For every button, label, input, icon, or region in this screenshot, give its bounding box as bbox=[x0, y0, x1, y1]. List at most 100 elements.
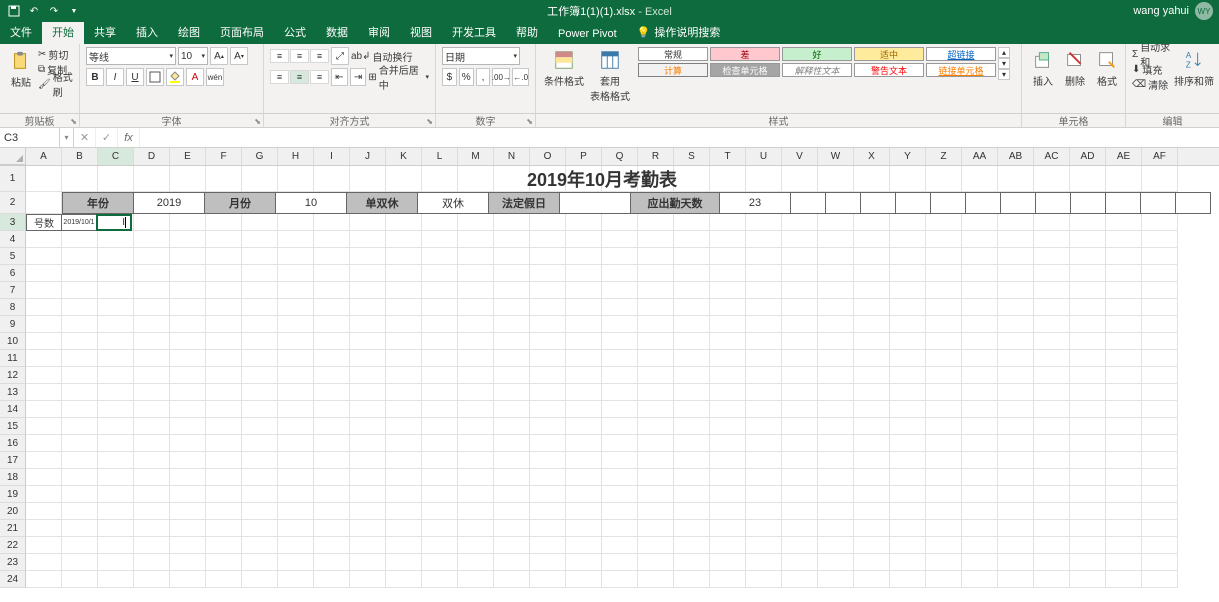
orientation-button[interactable]: ⤢ bbox=[331, 47, 349, 65]
cell[interactable] bbox=[134, 486, 170, 503]
tab-review[interactable]: 审阅 bbox=[358, 20, 400, 44]
cell[interactable] bbox=[1034, 537, 1070, 554]
cell[interactable] bbox=[1106, 418, 1142, 435]
cell[interactable] bbox=[566, 469, 602, 486]
cell[interactable] bbox=[206, 486, 242, 503]
cell[interactable] bbox=[782, 486, 818, 503]
cell[interactable] bbox=[818, 418, 854, 435]
cell[interactable] bbox=[62, 571, 98, 588]
cell[interactable] bbox=[386, 316, 422, 333]
cell[interactable] bbox=[782, 333, 818, 350]
merge-center-button[interactable]: ⊞合并后居中▾ bbox=[368, 70, 429, 84]
cell[interactable] bbox=[818, 282, 854, 299]
cell[interactable] bbox=[458, 418, 494, 435]
cell[interactable] bbox=[1142, 299, 1178, 316]
cell[interactable] bbox=[386, 299, 422, 316]
cell[interactable] bbox=[818, 367, 854, 384]
cell[interactable] bbox=[746, 248, 782, 265]
tab-layout[interactable]: 页面布局 bbox=[210, 20, 274, 44]
cell[interactable] bbox=[782, 265, 818, 282]
cell[interactable] bbox=[242, 452, 278, 469]
cell[interactable] bbox=[350, 231, 386, 248]
cell[interactable] bbox=[1070, 333, 1106, 350]
cell[interactable] bbox=[818, 537, 854, 554]
delete-cells-button[interactable]: 删除 bbox=[1060, 47, 1090, 90]
cell[interactable] bbox=[998, 316, 1034, 333]
cell[interactable] bbox=[494, 231, 530, 248]
cell[interactable] bbox=[206, 554, 242, 571]
cell[interactable] bbox=[998, 401, 1034, 418]
cell[interactable] bbox=[962, 282, 998, 299]
cell[interactable] bbox=[1142, 537, 1178, 554]
cell[interactable] bbox=[134, 350, 170, 367]
cell[interactable] bbox=[746, 486, 782, 503]
cell[interactable] bbox=[206, 571, 242, 588]
cell[interactable] bbox=[638, 350, 674, 367]
cell[interactable] bbox=[710, 554, 746, 571]
cell[interactable] bbox=[890, 316, 926, 333]
cell[interactable] bbox=[386, 384, 422, 401]
row-header-2[interactable]: 2 bbox=[0, 192, 26, 214]
cell[interactable] bbox=[890, 401, 926, 418]
cell[interactable] bbox=[62, 265, 98, 282]
col-header-T[interactable]: T bbox=[710, 148, 746, 165]
tab-share[interactable]: 共享 bbox=[84, 20, 126, 44]
cell[interactable] bbox=[386, 401, 422, 418]
tab-file[interactable]: 文件 bbox=[0, 20, 42, 44]
cell[interactable] bbox=[1034, 452, 1070, 469]
cell[interactable] bbox=[1034, 350, 1070, 367]
cell[interactable] bbox=[710, 452, 746, 469]
cell[interactable] bbox=[962, 486, 998, 503]
cell[interactable] bbox=[206, 282, 242, 299]
cell[interactable] bbox=[494, 503, 530, 520]
cell[interactable] bbox=[494, 316, 530, 333]
cell[interactable] bbox=[62, 248, 98, 265]
cell[interactable] bbox=[1106, 435, 1142, 452]
cell[interactable] bbox=[818, 486, 854, 503]
cell[interactable] bbox=[710, 350, 746, 367]
cell[interactable] bbox=[1142, 367, 1178, 384]
cell[interactable] bbox=[62, 282, 98, 299]
cell[interactable] bbox=[242, 418, 278, 435]
cell[interactable] bbox=[890, 282, 926, 299]
cell[interactable] bbox=[62, 401, 98, 418]
cell[interactable] bbox=[1142, 248, 1178, 265]
cell[interactable] bbox=[1106, 333, 1142, 350]
cell[interactable] bbox=[746, 401, 782, 418]
cell[interactable] bbox=[98, 248, 134, 265]
cell[interactable] bbox=[206, 248, 242, 265]
cell[interactable] bbox=[386, 554, 422, 571]
cell[interactable] bbox=[458, 469, 494, 486]
cell[interactable] bbox=[386, 350, 422, 367]
cell[interactable] bbox=[62, 503, 98, 520]
cell[interactable] bbox=[26, 231, 62, 248]
cell[interactable] bbox=[386, 520, 422, 537]
cell[interactable] bbox=[998, 265, 1034, 282]
cell[interactable] bbox=[314, 520, 350, 537]
cell[interactable] bbox=[674, 503, 710, 520]
col-header-AA[interactable]: AA bbox=[962, 148, 998, 165]
cell[interactable] bbox=[566, 299, 602, 316]
cell[interactable] bbox=[566, 166, 602, 192]
col-header-G[interactable]: G bbox=[242, 148, 278, 165]
cell[interactable] bbox=[638, 469, 674, 486]
cell[interactable] bbox=[422, 486, 458, 503]
cell[interactable] bbox=[170, 435, 206, 452]
cell[interactable] bbox=[422, 537, 458, 554]
row-header-5[interactable]: 5 bbox=[0, 248, 26, 265]
cell[interactable] bbox=[962, 469, 998, 486]
cell[interactable] bbox=[926, 537, 962, 554]
cell[interactable] bbox=[98, 299, 134, 316]
tell-me-search[interactable]: 💡 操作说明搜索 bbox=[627, 20, 731, 44]
cell[interactable] bbox=[458, 367, 494, 384]
cell[interactable] bbox=[314, 554, 350, 571]
cell[interactable] bbox=[98, 503, 134, 520]
clear-button[interactable]: ⌫清除 bbox=[1132, 77, 1173, 91]
cell[interactable] bbox=[26, 265, 62, 282]
cell[interactable] bbox=[638, 265, 674, 282]
cell[interactable] bbox=[1034, 265, 1070, 282]
cell[interactable] bbox=[782, 554, 818, 571]
cell[interactable] bbox=[854, 350, 890, 367]
cell[interactable] bbox=[926, 571, 962, 588]
cell[interactable] bbox=[98, 384, 134, 401]
